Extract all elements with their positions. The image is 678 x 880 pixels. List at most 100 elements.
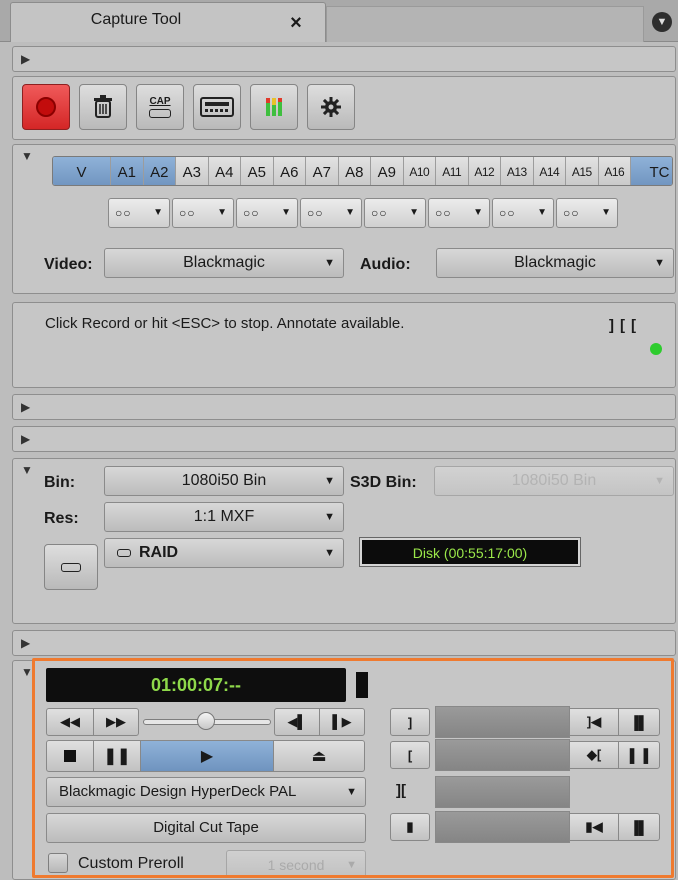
track-pair-value: ○○	[115, 206, 132, 220]
record-button[interactable]	[22, 84, 70, 130]
mark-in-out-indicator-icon: ][[	[609, 317, 642, 334]
chevron-down-icon: ▼	[537, 207, 548, 218]
chevron-down-icon: ▼	[601, 207, 612, 218]
cap-label: CAP	[149, 96, 171, 107]
track-pair-value: ○○	[243, 206, 260, 220]
track-button-a8[interactable]: A8	[338, 157, 371, 185]
track-button-a10[interactable]: A10	[403, 157, 436, 185]
settings-button[interactable]	[307, 84, 355, 130]
track-button-a16[interactable]: A16	[598, 157, 631, 185]
bin-label: Bin:	[44, 474, 76, 491]
status-message: Click Record or hit <ESC> to stop. Annot…	[45, 315, 405, 332]
track-button-a12[interactable]: A12	[468, 157, 501, 185]
single-drive-button[interactable]	[44, 544, 98, 590]
track-button-a2[interactable]: A2	[143, 157, 176, 185]
track-button-a7[interactable]: A7	[306, 157, 339, 185]
resolution-dropdown[interactable]: 1:1 MXF ▼	[104, 502, 344, 532]
track-button-a5[interactable]: A5	[241, 157, 274, 185]
track-button-a1[interactable]: A1	[111, 157, 144, 185]
track-button-tc[interactable]: TC	[631, 157, 672, 185]
s3d-bin-label: S3D Bin:	[350, 474, 417, 491]
track-button-a15[interactable]: A15	[566, 157, 599, 185]
track-button-a11[interactable]: A11	[436, 157, 469, 185]
track-pair-dropdown[interactable]: ○○ ▼	[492, 198, 554, 228]
disclosure-right-icon[interactable]: ▶	[21, 636, 30, 650]
chevron-down-icon: ▼	[153, 207, 164, 218]
gear-icon	[321, 97, 341, 117]
tab-close-icon[interactable]: ×	[283, 10, 309, 36]
record-icon	[36, 97, 56, 117]
video-source-dropdown[interactable]: Blackmagic ▼	[104, 248, 344, 278]
track-pair-dropdown[interactable]: ○○ ▼	[300, 198, 362, 228]
s3d-bin-dropdown[interactable]: 1080i50 Bin ▼	[434, 466, 674, 496]
chevron-down-icon: ▼	[281, 207, 292, 218]
collapsed-panel-4[interactable]: ▶	[12, 630, 676, 656]
track-button-a13[interactable]: A13	[501, 157, 534, 185]
chevron-down-icon: ▼	[324, 511, 335, 523]
track-pair-dropdown[interactable]: ○○ ▼	[428, 198, 490, 228]
collapsed-panel-3[interactable]: ▶	[12, 426, 676, 452]
cap-button[interactable]: CAP	[136, 84, 184, 130]
track-pair-dropdown[interactable]: ○○ ▼	[236, 198, 298, 228]
track-pair-value: ○○	[307, 206, 324, 220]
track-button-a4[interactable]: A4	[208, 157, 241, 185]
capture-tool-tab[interactable]: Capture Tool ×	[10, 2, 326, 42]
trash-icon	[94, 95, 112, 118]
track-button-a3[interactable]: A3	[176, 157, 209, 185]
disclosure-right-icon[interactable]: ▶	[21, 400, 30, 414]
chevron-down-icon: ▼	[654, 257, 665, 269]
status-panel: Click Record or hit <ESC> to stop. Annot…	[12, 302, 676, 388]
s3d-bin-value: 1080i50 Bin	[511, 472, 597, 489]
chevron-down-icon: ▼	[345, 207, 356, 218]
chevron-down-icon: ▼	[324, 475, 335, 487]
video-source-value: Blackmagic	[183, 254, 265, 271]
track-pair-value: ○○	[563, 206, 580, 220]
chevron-down-icon: ▼	[324, 547, 335, 559]
drive-dropdown[interactable]: RAID ▼	[104, 538, 344, 568]
track-selector: V A1 A2 A3 A4 A5 A6 A7 A8 A9 A10 A11 A12 A13 A14 A15 A16…	[52, 156, 673, 186]
disclosure-right-icon[interactable]: ▶	[21, 52, 30, 66]
disclosure-right-icon[interactable]: ▶	[21, 432, 30, 446]
track-pair-value: ○○	[499, 206, 516, 220]
disk-space-readout: Disk (00:55:17:00)	[359, 537, 581, 567]
status-led-icon	[650, 343, 662, 355]
chevron-down-icon: ▼	[654, 475, 665, 487]
deck-icon	[200, 97, 234, 117]
audio-label: Audio:	[360, 256, 411, 273]
trash-button[interactable]	[79, 84, 127, 130]
chevron-down-icon: ▼	[473, 207, 484, 218]
drive-icon	[117, 548, 131, 557]
track-pair-dropdown[interactable]: ○○ ▼	[172, 198, 234, 228]
empty-tab-area	[326, 6, 644, 42]
track-pair-dropdown[interactable]: ○○ ▼	[364, 198, 426, 228]
tab-title: Capture Tool	[90, 11, 182, 28]
disclosure-down-icon[interactable]: ▼	[21, 463, 33, 477]
deck-button[interactable]	[193, 84, 241, 130]
track-button-a9[interactable]: A9	[371, 157, 404, 185]
audio-source-dropdown[interactable]: Blackmagic ▼	[436, 248, 674, 278]
disclosure-down-icon[interactable]: ▼	[21, 149, 33, 163]
track-pair-value: ○○	[435, 206, 452, 220]
cap-tape-icon	[149, 109, 171, 118]
track-button-a6[interactable]: A6	[273, 157, 306, 185]
collapsed-panel-1[interactable]: ▶	[12, 46, 676, 72]
audio-meters-button[interactable]	[250, 84, 298, 130]
audio-source-value: Blackmagic	[514, 254, 596, 271]
res-label: Res:	[44, 510, 79, 527]
drive-value: RAID	[139, 544, 179, 561]
bin-dropdown[interactable]: 1080i50 Bin ▼	[104, 466, 344, 496]
chevron-down-circle-icon[interactable]: ▼	[652, 12, 672, 32]
resolution-value: 1:1 MXF	[193, 508, 255, 525]
track-pair-value: ○○	[371, 206, 388, 220]
track-pair-dropdown[interactable]: ○○ ▼	[556, 198, 618, 228]
track-button-v[interactable]: V	[53, 157, 111, 185]
collapsed-panel-2[interactable]: ▶	[12, 394, 676, 420]
track-pair-dropdown[interactable]: ○○ ▼	[108, 198, 170, 228]
deck-control-highlight	[32, 658, 674, 878]
bin-value: 1080i50 Bin	[181, 472, 267, 489]
track-button-a14[interactable]: A14	[533, 157, 566, 185]
video-label: Video:	[44, 256, 93, 273]
chevron-down-icon: ▼	[217, 207, 228, 218]
chevron-down-icon: ▼	[409, 207, 420, 218]
audio-meters-icon	[266, 98, 282, 116]
